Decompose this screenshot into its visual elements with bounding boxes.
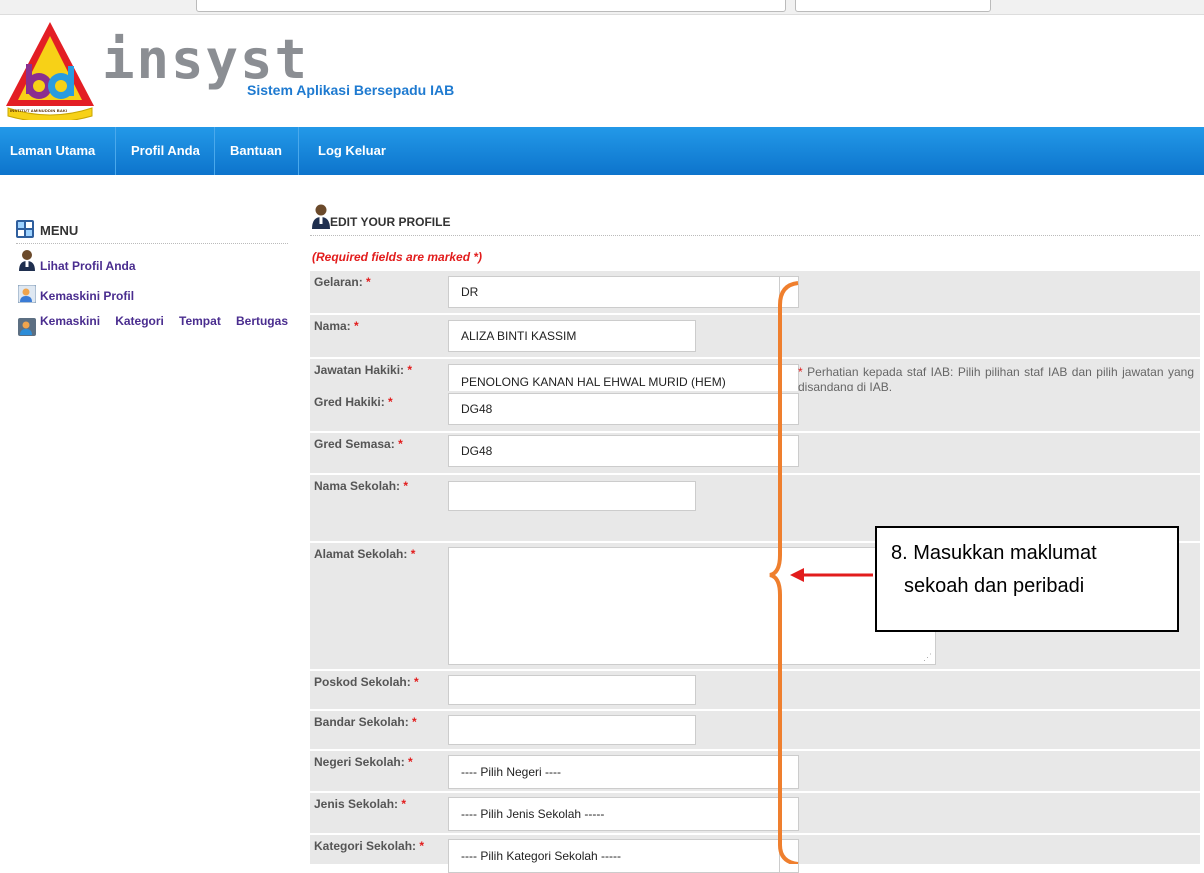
annotation-arrowhead	[790, 568, 804, 582]
annotation-overlay	[769, 281, 873, 864]
annotation-line-1: 8. Masukkan maklumat	[891, 542, 1097, 564]
annotation-callout: 8. Masukkan maklumat sekoah dan peribadi	[875, 526, 1179, 632]
annotation-line-2: sekoah dan peribadi	[904, 575, 1085, 597]
